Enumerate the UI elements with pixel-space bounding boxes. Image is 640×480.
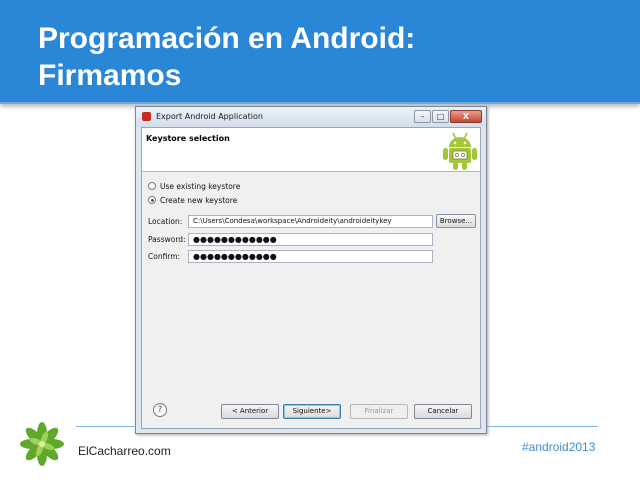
export-dialog: Export Android Application – □ X Keystor… — [135, 106, 487, 434]
next-button[interactable]: Siguiente> — [283, 404, 341, 419]
radio-create-new[interactable]: Create new keystore — [148, 194, 237, 206]
slide-title-line-1: Programación en Android: — [38, 22, 416, 55]
eclipse-export-icon — [142, 112, 151, 121]
slide-header: Programación en Android: Firmamos — [0, 0, 640, 104]
footer-divider-right — [487, 426, 598, 427]
minimize-button[interactable]: – — [414, 110, 431, 123]
close-button[interactable]: X — [450, 110, 482, 123]
cancel-button[interactable]: Cancelar — [414, 404, 472, 419]
help-icon[interactable]: ? — [153, 403, 167, 417]
radio-create-new-label: Create new keystore — [160, 195, 238, 205]
radio-use-existing[interactable]: Use existing keystore — [148, 180, 240, 192]
maximize-button[interactable]: □ — [432, 110, 449, 123]
finish-button[interactable]: Finalizar — [350, 404, 408, 419]
password-label: Password: — [148, 235, 186, 244]
back-button[interactable]: < Anterior — [221, 404, 279, 419]
radio-use-existing-indicator[interactable] — [148, 182, 156, 190]
slide-title: Programación en Android: Firmamos — [38, 20, 618, 94]
password-field[interactable]: ●●●●●●●●●●●● — [188, 233, 433, 246]
browse-button[interactable]: Browse... — [436, 214, 476, 228]
footer-site-name: ElCacharreo.com — [78, 444, 171, 458]
dialog-titlebar[interactable]: Export Android Application – □ X — [136, 107, 486, 127]
green-leaf-logo — [20, 422, 64, 466]
radio-use-existing-label: Use existing keystore — [160, 181, 241, 191]
banner-heading: Keystore selection — [146, 134, 230, 143]
location-field[interactable]: C:\Users\Condesa\workspace\Androideity\a… — [188, 215, 433, 228]
confirm-label: Confirm: — [148, 252, 181, 261]
dialog-body: Keystore selection Use existing keystore — [141, 127, 481, 429]
android-robot-icon — [443, 132, 477, 170]
footer-divider-left — [76, 426, 136, 427]
wizard-banner: Keystore selection — [142, 128, 480, 172]
location-label: Location: — [148, 217, 183, 226]
confirm-field[interactable]: ●●●●●●●●●●●● — [188, 250, 433, 263]
slide-title-line-2: Firmamos — [38, 59, 182, 92]
dialog-title: Export Android Application — [156, 112, 263, 121]
radio-create-new-indicator[interactable] — [148, 196, 156, 204]
footer-hashtag: #android2013 — [522, 440, 596, 454]
